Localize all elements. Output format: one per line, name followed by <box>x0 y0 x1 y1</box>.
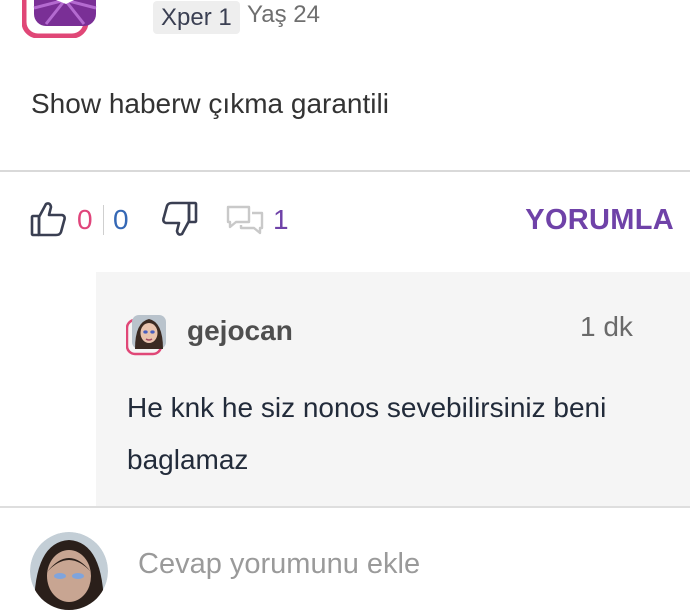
reply-timestamp: 1 dk <box>580 311 633 342</box>
current-user-avatar <box>30 532 108 610</box>
reply-input[interactable] <box>138 548 658 581</box>
thumbs-down-icon[interactable] <box>159 199 199 239</box>
dislike-count: 0 <box>113 204 129 235</box>
xper-level-badge: Xper 1 <box>153 1 240 34</box>
reply-button[interactable]: YORUMLA <box>525 203 674 237</box>
divider <box>0 170 690 172</box>
comment-count: 1 <box>273 204 289 235</box>
speech-bubbles-icon[interactable] <box>225 203 265 237</box>
reply-text: He knk he siz nonos sevebilirsiniz beni … <box>127 392 607 475</box>
author-age: Yaş 24 <box>247 1 320 28</box>
replier-avatar[interactable] <box>125 314 168 356</box>
replier-username[interactable]: gejocan <box>187 314 293 348</box>
like-count: 0 <box>77 204 93 235</box>
author-avatar[interactable] <box>21 0 100 39</box>
thumbs-up-icon[interactable] <box>29 199 69 239</box>
count-separator <box>103 205 104 235</box>
divider <box>0 506 690 508</box>
post-text: Show haberw çıkma garantili <box>31 88 389 119</box>
